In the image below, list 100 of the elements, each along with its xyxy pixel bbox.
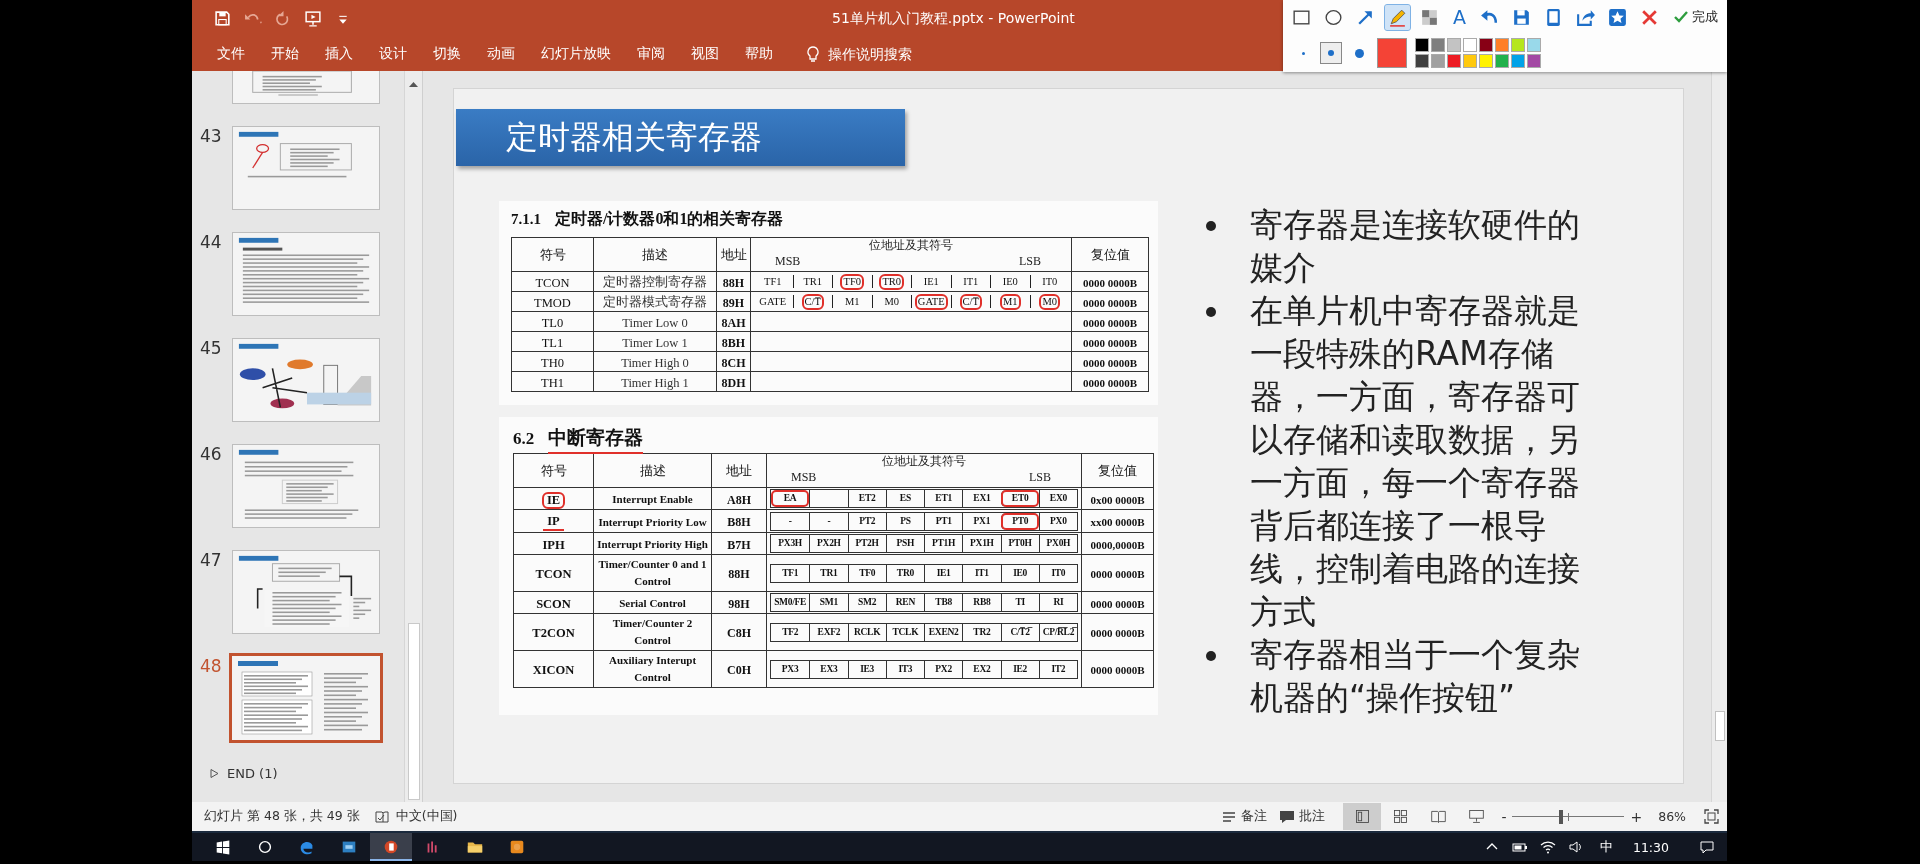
table-cell: 8AH: [721, 315, 746, 331]
table-cell-text: Auxiliary Interupt Control: [607, 653, 698, 685]
color-swatch[interactable]: [1431, 54, 1445, 68]
color-swatch[interactable]: [1463, 38, 1477, 52]
notes-button[interactable]: 备注: [1215, 808, 1274, 825]
bit-label: TR0: [880, 274, 904, 289]
zoom-in-button[interactable]: +: [1624, 808, 1649, 825]
bit-cell: PX2: [924, 660, 963, 678]
msb-label: MSB: [775, 253, 801, 269]
slide-thumbnail[interactable]: [232, 232, 380, 316]
table-cell: 0000 0000B: [1082, 376, 1138, 389]
pen-size-option[interactable]: [1321, 43, 1341, 63]
bit-label: C/T̅: [960, 294, 981, 309]
scrollbar-thumb[interactable]: [1715, 711, 1725, 741]
color-swatch[interactable]: [1479, 38, 1493, 52]
color-swatch[interactable]: [1463, 54, 1477, 68]
color-swatch[interactable]: [1527, 54, 1541, 68]
volume-icon[interactable]: [1567, 839, 1584, 855]
bit-cell-text: TF2: [781, 625, 800, 639]
color-swatch[interactable]: [1511, 38, 1525, 52]
ribbon-tab[interactable]: 视图: [678, 45, 732, 63]
bit-label: IT1: [962, 274, 980, 289]
scrollbar[interactable]: [404, 71, 422, 802]
bit-cell: TCLK: [885, 623, 924, 641]
bit-cell: EX3: [809, 660, 848, 678]
notification-icon[interactable]: [1699, 839, 1715, 855]
spellcheck-icon[interactable]: [373, 808, 390, 825]
clock[interactable]: 11:30: [1632, 839, 1669, 855]
ribbon-tab[interactable]: 设计: [366, 45, 420, 63]
bullet-text: 寄存器相当于一个复杂机器的“操作按钮”: [1250, 634, 1581, 719]
bit-cell: ET1: [924, 490, 963, 507]
ribbon-tab[interactable]: 帮助: [732, 45, 786, 63]
ribbon-tab[interactable]: 动画: [474, 45, 528, 63]
fit-to-window-icon[interactable]: [1704, 809, 1719, 824]
pen-icon[interactable]: [1385, 4, 1410, 30]
table-cell-text: Interrupt Enable: [612, 492, 693, 507]
ribbon-tab[interactable]: 审阅: [624, 45, 678, 63]
slider-thumb[interactable]: [1558, 809, 1563, 824]
bit-cell: EX1: [962, 490, 1001, 507]
comment-icon: [1279, 808, 1296, 825]
slide-thumbnail[interactable]: [232, 126, 380, 210]
slide-thumbnail[interactable]: [232, 338, 380, 422]
tell-me-field[interactable]: 操作说明搜索: [828, 46, 938, 62]
color-swatch[interactable]: [1447, 54, 1461, 68]
table-cell: 0000 0000B: [1082, 356, 1138, 369]
bit-cell: IT2: [1038, 660, 1077, 678]
expand-icon[interactable]: [210, 769, 219, 778]
ribbon-tab[interactable]: 幻灯片放映: [528, 45, 624, 63]
bit-label: M1: [843, 294, 861, 309]
table-cell: 0x00 0000B: [1090, 493, 1145, 506]
powerpoint-icon[interactable]: [370, 833, 412, 861]
color-swatch[interactable]: [1447, 38, 1461, 52]
color-swatch[interactable]: [1479, 54, 1493, 68]
comments-button[interactable]: 批注: [1273, 808, 1332, 825]
wifi-icon[interactable]: [1539, 839, 1556, 855]
done-button[interactable]: 完成: [1669, 8, 1722, 26]
slideshow-icon[interactable]: [304, 9, 322, 28]
zoom-out-button[interactable]: -: [1495, 808, 1513, 825]
table-cell: Timer Low 0: [622, 315, 688, 331]
column-header: 位地址及其符号: [881, 454, 967, 469]
bit-cell: SM2: [847, 594, 886, 611]
ribbon-tab[interactable]: 文件: [204, 45, 258, 63]
color-swatch[interactable]: [1431, 38, 1445, 52]
slide-thumbnail[interactable]: [229, 653, 383, 743]
bit-label: C/T̅: [802, 294, 823, 309]
language-label[interactable]: 中文(中国): [395, 808, 458, 825]
lsb-label: LSB: [1019, 253, 1041, 269]
scrollbar[interactable]: [1711, 71, 1727, 802]
bit-cell: PSH: [885, 535, 924, 552]
slide-thumbnail[interactable]: [232, 71, 380, 104]
bit-cell: TR1: [809, 564, 848, 582]
current-color-swatch[interactable]: [1377, 38, 1407, 68]
color-swatch[interactable]: [1495, 54, 1509, 68]
bit-label: IE1: [922, 274, 940, 289]
ribbon-tab[interactable]: 切换: [420, 45, 474, 63]
ribbon-tab[interactable]: 开始: [258, 45, 312, 63]
bit-label: GATE: [758, 294, 788, 309]
save-icon[interactable]: [214, 9, 232, 28]
slide-title: 定时器相关寄存器: [456, 109, 905, 166]
section-label[interactable]: END (1): [227, 766, 278, 781]
slide-thumbnail[interactable]: [232, 444, 380, 528]
slide-counter: 幻灯片 第 48 张，共 49 张: [204, 808, 360, 825]
normal-view-icon[interactable]: [1343, 803, 1382, 830]
table-cell: 8BH: [721, 335, 746, 351]
table-cell: IP: [543, 514, 564, 531]
color-swatch[interactable]: [1495, 38, 1509, 52]
table-cell-text: TL1: [540, 335, 565, 351]
color-swatch[interactable]: [1415, 38, 1429, 52]
table-cell-text: TH1: [540, 375, 565, 391]
zoom-percent[interactable]: 86%: [1658, 809, 1686, 824]
bit-cell-text: TF1: [781, 566, 800, 580]
ribbon-tab[interactable]: 插入: [312, 45, 366, 63]
color-swatch[interactable]: [1415, 54, 1429, 68]
color-swatch[interactable]: [1511, 54, 1525, 68]
slide-thumbnail[interactable]: [232, 550, 380, 634]
text-tool[interactable]: A: [1449, 6, 1470, 28]
input-method-indicator[interactable]: 中: [1599, 838, 1613, 856]
scrollbar-thumb[interactable]: [408, 623, 420, 800]
color-swatch[interactable]: [1527, 38, 1541, 52]
bit-label: TR1: [802, 274, 824, 289]
